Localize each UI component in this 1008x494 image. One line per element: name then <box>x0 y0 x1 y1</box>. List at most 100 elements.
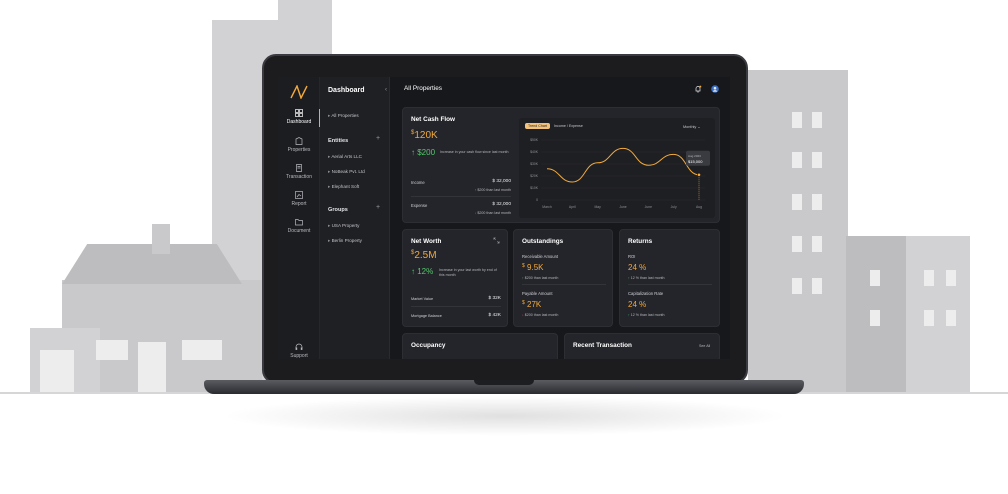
brand-logo <box>290 85 308 99</box>
mortgage-balance-label: Mortgage Balance <box>411 314 442 318</box>
tab-trend-chart[interactable]: Trend Chart <box>525 123 551 129</box>
sidebar-item-label: Transaction <box>286 174 312 180</box>
sidebar-item-label: Document <box>287 228 311 234</box>
net-cash-flow-value: $120K <box>411 130 438 141</box>
panel-item-entity[interactable]: NoBeak Pvt. Ltd <box>328 169 365 175</box>
divider <box>522 284 606 285</box>
tab-income-expense[interactable]: Income / Expense <box>551 123 586 129</box>
expense-label: Expense <box>411 203 428 208</box>
payable-label: Payable Amount <box>522 291 553 296</box>
add-entity-button[interactable]: + <box>376 135 380 142</box>
groups-heading: Groups <box>328 207 348 213</box>
laptop-notch <box>474 380 534 385</box>
roi-label: ROI <box>628 254 636 259</box>
report-icon <box>295 191 303 199</box>
capitalization-rate-value: 24 % <box>628 300 647 309</box>
income-change: ↑ $200 than last month <box>474 188 511 192</box>
building-window <box>182 340 222 360</box>
sidebar-item-document[interactable]: Document <box>278 218 320 234</box>
arrow-up-icon: ↑ <box>411 148 415 157</box>
net-worth-value: $2.5M <box>411 250 437 261</box>
receivable-change: ↑ $200 than last month <box>522 276 559 280</box>
occupancy-title: Occupancy <box>411 342 446 349</box>
folder-icon <box>295 219 303 226</box>
outstandings-title: Outstandings <box>522 238 564 245</box>
panel-item-group[interactable]: USA Property <box>328 223 360 229</box>
recent-transaction-card: Recent Transaction See All <box>564 333 720 359</box>
notification-bell-icon[interactable] <box>694 85 702 93</box>
series-line <box>546 147 700 183</box>
arrow-down-icon: ↓ <box>522 313 524 317</box>
period-select[interactable]: Monthly ⌄ <box>683 124 701 129</box>
building-window <box>924 270 934 286</box>
y-tick-label: $10K <box>530 186 539 190</box>
avatar[interactable] <box>711 85 719 93</box>
building-window <box>792 152 802 168</box>
tooltip-value: $15,000 <box>688 159 703 164</box>
panel-item-entity[interactable]: Elephant Soft <box>328 184 360 190</box>
payable-change: ↓ $200 than last month <box>522 313 559 317</box>
building-window <box>812 112 822 128</box>
y-tick-label: $30K <box>530 162 539 166</box>
x-tick-label: May <box>594 205 601 209</box>
sidebar-item-label: Properties <box>287 147 311 153</box>
data-point <box>697 172 701 177</box>
sidebar-item-label: Report <box>291 201 307 207</box>
see-all-link[interactable]: See All <box>699 344 710 348</box>
expense-value: $ 32,000 <box>492 202 511 207</box>
navigation-panel: Dashboard ‹ All Properties Entities Aeri… <box>320 77 390 359</box>
panel-item-group[interactable]: Berlin Property <box>328 238 362 244</box>
receivable-value: $ 9.5K <box>522 263 544 272</box>
sidebar-item-properties[interactable]: Properties <box>278 137 320 153</box>
x-tick-label: July <box>671 205 677 209</box>
sidebar-item-transaction[interactable]: Transaction <box>278 164 320 180</box>
dashboard-icon <box>295 109 303 117</box>
receivable-label: Receivable Amount <box>522 254 559 259</box>
chart-tabs: Trend Chart Income / Expense <box>525 123 586 129</box>
x-tick-label: Aug <box>696 205 702 209</box>
x-tick-label: June <box>645 205 652 209</box>
tooltip-label: Aug 2023 <box>688 154 701 158</box>
expand-icon[interactable] <box>493 237 500 244</box>
expense-change: ↓ $200 than last month <box>474 211 511 215</box>
collapse-panel-button[interactable]: ‹ <box>385 87 387 93</box>
panel-title: Dashboard <box>328 87 365 94</box>
laptop-shadow <box>220 396 790 436</box>
net-cash-flow-title: Net Cash Flow <box>411 116 456 123</box>
arrow-up-icon: ↑ <box>628 313 630 317</box>
receipt-icon <box>296 164 302 172</box>
roi-value: 24 % <box>628 263 647 272</box>
market-value-label: Market Value <box>411 297 434 301</box>
y-tick-label: $40K <box>530 150 539 154</box>
building-window <box>924 310 934 326</box>
building-window <box>946 270 956 286</box>
cash-flow-chart-panel: Trend Chart Income / Expense Monthly ⌄ $… <box>519 118 715 218</box>
chevron-down-icon: ⌄ <box>697 125 701 129</box>
returns-title: Returns <box>628 238 653 245</box>
market-value: $ 32K <box>488 296 501 301</box>
mortgage-balance-value: $ 42K <box>488 313 501 318</box>
net-cash-flow-change-text: Increase in your cash flow since last mo… <box>440 150 509 154</box>
building-window <box>946 310 956 326</box>
x-tick-label: June <box>619 205 626 209</box>
panel-item-all-properties[interactable]: All Properties <box>328 113 358 119</box>
capitalization-rate-label: Capitalization Rate <box>628 291 664 296</box>
page-title: All Properties <box>404 85 443 92</box>
divider <box>628 284 712 285</box>
sidebar-item-report[interactable]: Report <box>278 191 320 207</box>
building-window <box>812 236 822 252</box>
sidebar-item-dashboard[interactable]: Dashboard <box>278 109 321 127</box>
building-window <box>812 194 822 210</box>
payable-value: $ 27K <box>522 300 542 309</box>
add-group-button[interactable]: + <box>376 204 380 211</box>
building-door <box>138 342 166 394</box>
sidebar-item-label: Dashboard <box>286 119 312 125</box>
laptop-screen: Dashboard Properties Transaction Report … <box>278 77 730 359</box>
occupancy-card: Occupancy <box>402 333 558 359</box>
panel-item-entity[interactable]: Aerial Arts LLC <box>328 154 362 160</box>
building-window <box>870 310 880 326</box>
net-cash-flow-card: Net Cash Flow $120K ↑ $200 Increase in y… <box>402 107 720 223</box>
sidebar-item-support[interactable]: Support <box>278 343 320 359</box>
entities-heading: Entities <box>328 138 349 144</box>
outstandings-card: Outstandings Receivable Amount $ 9.5K ↑ … <box>513 229 613 327</box>
